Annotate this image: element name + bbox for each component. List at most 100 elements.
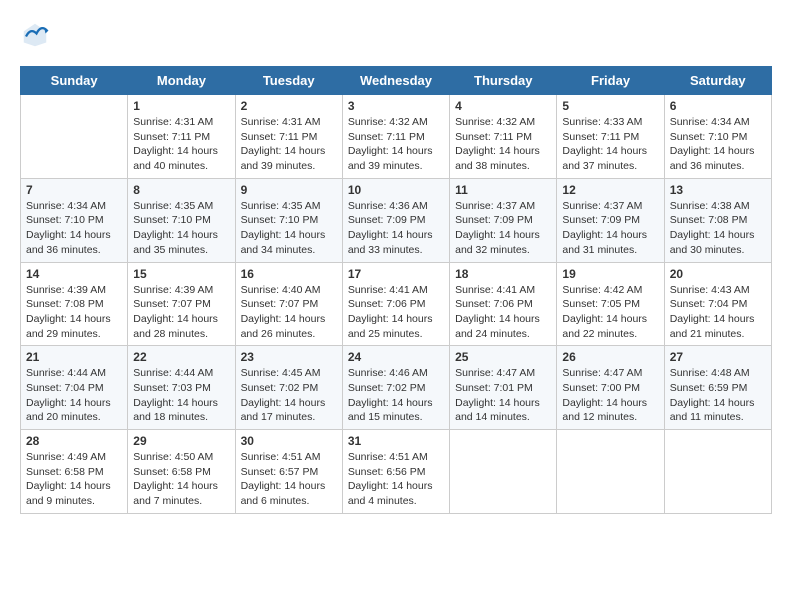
calendar-cell	[21, 95, 128, 179]
sunrise-text: Sunrise: 4:40 AM	[241, 284, 321, 296]
sunrise-text: Sunrise: 4:44 AM	[26, 367, 106, 379]
weekday-header-thursday: Thursday	[450, 67, 557, 95]
daylight-text: Daylight: 14 hours and 39 minutes.	[241, 145, 326, 172]
weekday-header-monday: Monday	[128, 67, 235, 95]
sunset-text: Sunset: 7:08 PM	[26, 298, 104, 310]
daylight-text: Daylight: 14 hours and 17 minutes.	[241, 397, 326, 424]
page-header	[20, 20, 772, 50]
sunrise-text: Sunrise: 4:31 AM	[241, 116, 321, 128]
daylight-text: Daylight: 14 hours and 21 minutes.	[670, 313, 755, 340]
calendar-table: SundayMondayTuesdayWednesdayThursdayFrid…	[20, 66, 772, 514]
sunset-text: Sunset: 7:04 PM	[26, 382, 104, 394]
day-number: 10	[348, 183, 444, 197]
daylight-text: Daylight: 14 hours and 12 minutes.	[562, 397, 647, 424]
sunset-text: Sunset: 6:57 PM	[241, 466, 319, 478]
calendar-cell: 20 Sunrise: 4:43 AM Sunset: 7:04 PM Dayl…	[664, 262, 771, 346]
day-number: 2	[241, 99, 337, 113]
daylight-text: Daylight: 14 hours and 25 minutes.	[348, 313, 433, 340]
day-number: 27	[670, 350, 766, 364]
sunrise-text: Sunrise: 4:35 AM	[133, 200, 213, 212]
sunset-text: Sunset: 7:09 PM	[455, 214, 533, 226]
calendar-cell: 30 Sunrise: 4:51 AM Sunset: 6:57 PM Dayl…	[235, 430, 342, 514]
weekday-header-row: SundayMondayTuesdayWednesdayThursdayFrid…	[21, 67, 772, 95]
day-number: 23	[241, 350, 337, 364]
sunset-text: Sunset: 7:11 PM	[241, 131, 318, 143]
daylight-text: Daylight: 14 hours and 22 minutes.	[562, 313, 647, 340]
day-number: 14	[26, 267, 122, 281]
week-row-5: 28 Sunrise: 4:49 AM Sunset: 6:58 PM Dayl…	[21, 430, 772, 514]
sunset-text: Sunset: 6:58 PM	[133, 466, 211, 478]
day-number: 4	[455, 99, 551, 113]
day-number: 8	[133, 183, 229, 197]
sunset-text: Sunset: 7:09 PM	[348, 214, 426, 226]
day-info: Sunrise: 4:48 AM Sunset: 6:59 PM Dayligh…	[670, 366, 766, 425]
day-info: Sunrise: 4:41 AM Sunset: 7:06 PM Dayligh…	[455, 283, 551, 342]
sunrise-text: Sunrise: 4:32 AM	[348, 116, 428, 128]
day-number: 20	[670, 267, 766, 281]
day-info: Sunrise: 4:50 AM Sunset: 6:58 PM Dayligh…	[133, 450, 229, 509]
sunset-text: Sunset: 7:06 PM	[455, 298, 533, 310]
calendar-cell: 24 Sunrise: 4:46 AM Sunset: 7:02 PM Dayl…	[342, 346, 449, 430]
sunset-text: Sunset: 6:56 PM	[348, 466, 426, 478]
day-info: Sunrise: 4:35 AM Sunset: 7:10 PM Dayligh…	[133, 199, 229, 258]
sunrise-text: Sunrise: 4:34 AM	[670, 116, 750, 128]
calendar-cell: 7 Sunrise: 4:34 AM Sunset: 7:10 PM Dayli…	[21, 178, 128, 262]
day-info: Sunrise: 4:34 AM Sunset: 7:10 PM Dayligh…	[670, 115, 766, 174]
calendar-cell: 21 Sunrise: 4:44 AM Sunset: 7:04 PM Dayl…	[21, 346, 128, 430]
day-info: Sunrise: 4:51 AM Sunset: 6:57 PM Dayligh…	[241, 450, 337, 509]
day-number: 31	[348, 434, 444, 448]
day-number: 12	[562, 183, 658, 197]
calendar-cell: 13 Sunrise: 4:38 AM Sunset: 7:08 PM Dayl…	[664, 178, 771, 262]
daylight-text: Daylight: 14 hours and 40 minutes.	[133, 145, 218, 172]
sunset-text: Sunset: 6:59 PM	[670, 382, 748, 394]
day-info: Sunrise: 4:32 AM Sunset: 7:11 PM Dayligh…	[348, 115, 444, 174]
week-row-3: 14 Sunrise: 4:39 AM Sunset: 7:08 PM Dayl…	[21, 262, 772, 346]
day-info: Sunrise: 4:32 AM Sunset: 7:11 PM Dayligh…	[455, 115, 551, 174]
sunset-text: Sunset: 7:07 PM	[241, 298, 319, 310]
calendar-cell: 18 Sunrise: 4:41 AM Sunset: 7:06 PM Dayl…	[450, 262, 557, 346]
day-info: Sunrise: 4:44 AM Sunset: 7:03 PM Dayligh…	[133, 366, 229, 425]
sunrise-text: Sunrise: 4:47 AM	[455, 367, 535, 379]
calendar-cell: 19 Sunrise: 4:42 AM Sunset: 7:05 PM Dayl…	[557, 262, 664, 346]
logo-icon	[20, 20, 50, 50]
sunset-text: Sunset: 7:06 PM	[348, 298, 426, 310]
sunrise-text: Sunrise: 4:43 AM	[670, 284, 750, 296]
day-info: Sunrise: 4:38 AM Sunset: 7:08 PM Dayligh…	[670, 199, 766, 258]
daylight-text: Daylight: 14 hours and 32 minutes.	[455, 229, 540, 256]
sunrise-text: Sunrise: 4:42 AM	[562, 284, 642, 296]
sunrise-text: Sunrise: 4:46 AM	[348, 367, 428, 379]
sunset-text: Sunset: 7:11 PM	[133, 131, 210, 143]
daylight-text: Daylight: 14 hours and 37 minutes.	[562, 145, 647, 172]
calendar-cell: 15 Sunrise: 4:39 AM Sunset: 7:07 PM Dayl…	[128, 262, 235, 346]
day-info: Sunrise: 4:42 AM Sunset: 7:05 PM Dayligh…	[562, 283, 658, 342]
sunrise-text: Sunrise: 4:41 AM	[348, 284, 428, 296]
sunrise-text: Sunrise: 4:34 AM	[26, 200, 106, 212]
day-info: Sunrise: 4:49 AM Sunset: 6:58 PM Dayligh…	[26, 450, 122, 509]
sunrise-text: Sunrise: 4:51 AM	[241, 451, 321, 463]
day-info: Sunrise: 4:39 AM Sunset: 7:07 PM Dayligh…	[133, 283, 229, 342]
day-number: 21	[26, 350, 122, 364]
calendar-cell	[557, 430, 664, 514]
daylight-text: Daylight: 14 hours and 11 minutes.	[670, 397, 755, 424]
calendar-cell: 31 Sunrise: 4:51 AM Sunset: 6:56 PM Dayl…	[342, 430, 449, 514]
daylight-text: Daylight: 14 hours and 29 minutes.	[26, 313, 111, 340]
day-info: Sunrise: 4:47 AM Sunset: 7:01 PM Dayligh…	[455, 366, 551, 425]
calendar-cell: 10 Sunrise: 4:36 AM Sunset: 7:09 PM Dayl…	[342, 178, 449, 262]
calendar-cell: 2 Sunrise: 4:31 AM Sunset: 7:11 PM Dayli…	[235, 95, 342, 179]
day-number: 28	[26, 434, 122, 448]
calendar-cell: 29 Sunrise: 4:50 AM Sunset: 6:58 PM Dayl…	[128, 430, 235, 514]
sunrise-text: Sunrise: 4:37 AM	[562, 200, 642, 212]
weekday-header-saturday: Saturday	[664, 67, 771, 95]
day-info: Sunrise: 4:39 AM Sunset: 7:08 PM Dayligh…	[26, 283, 122, 342]
day-info: Sunrise: 4:51 AM Sunset: 6:56 PM Dayligh…	[348, 450, 444, 509]
sunrise-text: Sunrise: 4:35 AM	[241, 200, 321, 212]
sunset-text: Sunset: 6:58 PM	[26, 466, 104, 478]
calendar-cell: 14 Sunrise: 4:39 AM Sunset: 7:08 PM Dayl…	[21, 262, 128, 346]
sunrise-text: Sunrise: 4:36 AM	[348, 200, 428, 212]
day-info: Sunrise: 4:34 AM Sunset: 7:10 PM Dayligh…	[26, 199, 122, 258]
daylight-text: Daylight: 14 hours and 31 minutes.	[562, 229, 647, 256]
daylight-text: Daylight: 14 hours and 9 minutes.	[26, 480, 111, 507]
sunrise-text: Sunrise: 4:32 AM	[455, 116, 535, 128]
sunset-text: Sunset: 7:07 PM	[133, 298, 211, 310]
week-row-1: 1 Sunrise: 4:31 AM Sunset: 7:11 PM Dayli…	[21, 95, 772, 179]
